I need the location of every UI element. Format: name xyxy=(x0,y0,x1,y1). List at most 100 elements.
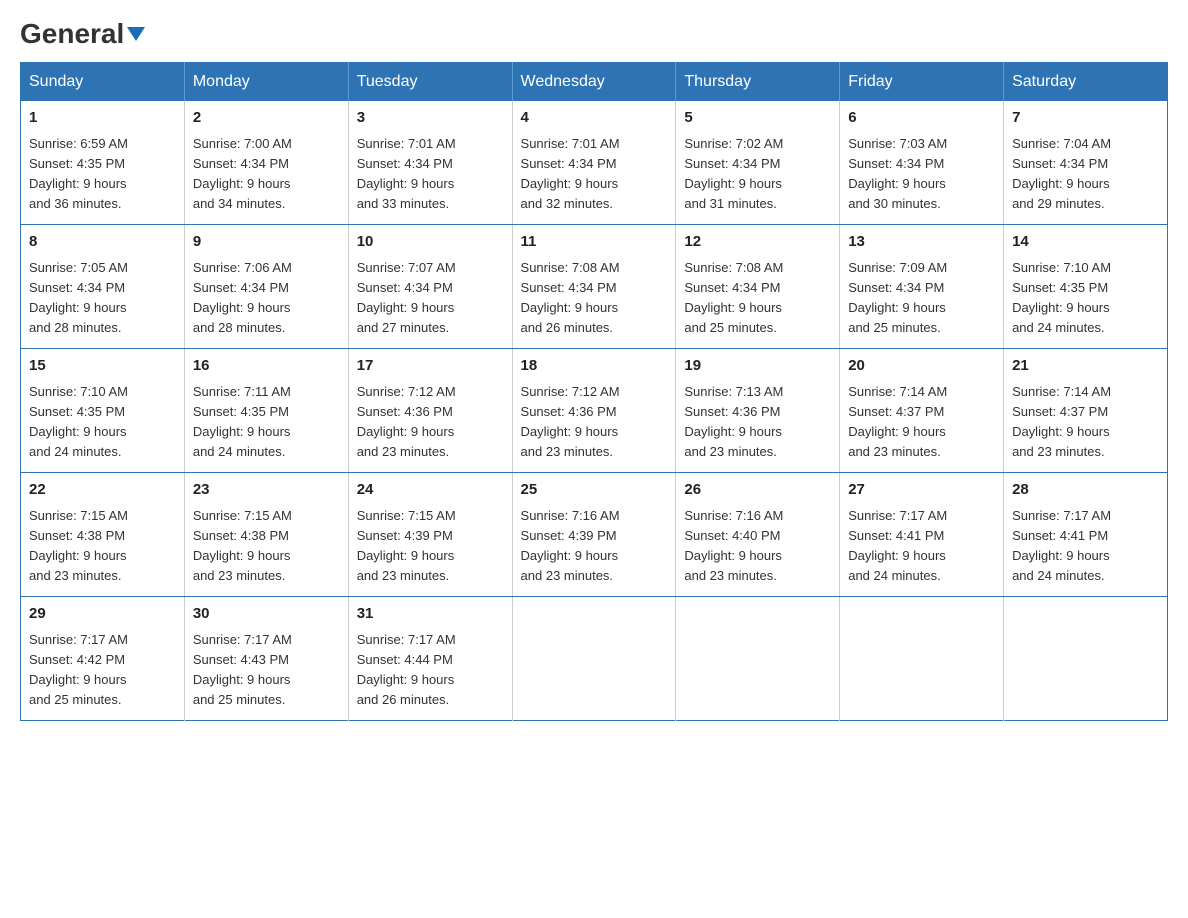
calendar-day-cell: 9 Sunrise: 7:06 AMSunset: 4:34 PMDayligh… xyxy=(184,225,348,349)
day-number: 31 xyxy=(357,603,504,626)
day-info: Sunrise: 7:15 AMSunset: 4:38 PMDaylight:… xyxy=(29,508,128,583)
calendar-table: SundayMondayTuesdayWednesdayThursdayFrid… xyxy=(20,62,1168,721)
calendar-day-cell: 24 Sunrise: 7:15 AMSunset: 4:39 PMDaylig… xyxy=(348,473,512,597)
calendar-day-cell: 16 Sunrise: 7:11 AMSunset: 4:35 PMDaylig… xyxy=(184,349,348,473)
day-info: Sunrise: 7:09 AMSunset: 4:34 PMDaylight:… xyxy=(848,260,947,335)
day-info: Sunrise: 7:04 AMSunset: 4:34 PMDaylight:… xyxy=(1012,136,1111,211)
day-number: 13 xyxy=(848,231,995,254)
day-info: Sunrise: 7:08 AMSunset: 4:34 PMDaylight:… xyxy=(684,260,783,335)
calendar-header-row: SundayMondayTuesdayWednesdayThursdayFrid… xyxy=(21,63,1168,102)
calendar-day-cell: 14 Sunrise: 7:10 AMSunset: 4:35 PMDaylig… xyxy=(1004,225,1168,349)
day-info: Sunrise: 7:00 AMSunset: 4:34 PMDaylight:… xyxy=(193,136,292,211)
calendar-day-cell: 23 Sunrise: 7:15 AMSunset: 4:38 PMDaylig… xyxy=(184,473,348,597)
day-info: Sunrise: 7:12 AMSunset: 4:36 PMDaylight:… xyxy=(357,384,456,459)
logo-triangle-icon xyxy=(127,27,145,41)
calendar-day-cell: 21 Sunrise: 7:14 AMSunset: 4:37 PMDaylig… xyxy=(1004,349,1168,473)
day-number: 14 xyxy=(1012,231,1159,254)
day-of-week-header: Friday xyxy=(840,63,1004,102)
day-number: 18 xyxy=(521,355,668,378)
day-of-week-header: Saturday xyxy=(1004,63,1168,102)
day-number: 26 xyxy=(684,479,831,502)
day-info: Sunrise: 6:59 AMSunset: 4:35 PMDaylight:… xyxy=(29,136,128,211)
calendar-day-cell: 15 Sunrise: 7:10 AMSunset: 4:35 PMDaylig… xyxy=(21,349,185,473)
day-info: Sunrise: 7:15 AMSunset: 4:38 PMDaylight:… xyxy=(193,508,292,583)
day-number: 12 xyxy=(684,231,831,254)
calendar-day-cell: 31 Sunrise: 7:17 AMSunset: 4:44 PMDaylig… xyxy=(348,597,512,721)
calendar-day-cell: 6 Sunrise: 7:03 AMSunset: 4:34 PMDayligh… xyxy=(840,101,1004,225)
calendar-day-cell: 10 Sunrise: 7:07 AMSunset: 4:34 PMDaylig… xyxy=(348,225,512,349)
day-number: 10 xyxy=(357,231,504,254)
day-info: Sunrise: 7:10 AMSunset: 4:35 PMDaylight:… xyxy=(29,384,128,459)
calendar-week-row: 22 Sunrise: 7:15 AMSunset: 4:38 PMDaylig… xyxy=(21,473,1168,597)
calendar-day-cell: 27 Sunrise: 7:17 AMSunset: 4:41 PMDaylig… xyxy=(840,473,1004,597)
calendar-day-cell: 18 Sunrise: 7:12 AMSunset: 4:36 PMDaylig… xyxy=(512,349,676,473)
day-of-week-header: Wednesday xyxy=(512,63,676,102)
day-number: 22 xyxy=(29,479,176,502)
calendar-day-cell: 29 Sunrise: 7:17 AMSunset: 4:42 PMDaylig… xyxy=(21,597,185,721)
day-of-week-header: Thursday xyxy=(676,63,840,102)
day-info: Sunrise: 7:07 AMSunset: 4:34 PMDaylight:… xyxy=(357,260,456,335)
calendar-week-row: 15 Sunrise: 7:10 AMSunset: 4:35 PMDaylig… xyxy=(21,349,1168,473)
day-info: Sunrise: 7:11 AMSunset: 4:35 PMDaylight:… xyxy=(193,384,291,459)
calendar-week-row: 29 Sunrise: 7:17 AMSunset: 4:42 PMDaylig… xyxy=(21,597,1168,721)
day-info: Sunrise: 7:02 AMSunset: 4:34 PMDaylight:… xyxy=(684,136,783,211)
day-number: 5 xyxy=(684,107,831,130)
calendar-week-row: 8 Sunrise: 7:05 AMSunset: 4:34 PMDayligh… xyxy=(21,225,1168,349)
day-info: Sunrise: 7:05 AMSunset: 4:34 PMDaylight:… xyxy=(29,260,128,335)
calendar-day-cell: 19 Sunrise: 7:13 AMSunset: 4:36 PMDaylig… xyxy=(676,349,840,473)
day-number: 2 xyxy=(193,107,340,130)
day-number: 25 xyxy=(521,479,668,502)
day-number: 8 xyxy=(29,231,176,254)
day-number: 11 xyxy=(521,231,668,254)
calendar-day-cell: 11 Sunrise: 7:08 AMSunset: 4:34 PMDaylig… xyxy=(512,225,676,349)
calendar-day-cell: 5 Sunrise: 7:02 AMSunset: 4:34 PMDayligh… xyxy=(676,101,840,225)
day-number: 4 xyxy=(521,107,668,130)
day-info: Sunrise: 7:17 AMSunset: 4:41 PMDaylight:… xyxy=(1012,508,1111,583)
day-number: 24 xyxy=(357,479,504,502)
calendar-day-cell: 4 Sunrise: 7:01 AMSunset: 4:34 PMDayligh… xyxy=(512,101,676,225)
day-info: Sunrise: 7:17 AMSunset: 4:42 PMDaylight:… xyxy=(29,632,128,707)
calendar-day-cell xyxy=(1004,597,1168,721)
day-number: 30 xyxy=(193,603,340,626)
day-info: Sunrise: 7:06 AMSunset: 4:34 PMDaylight:… xyxy=(193,260,292,335)
day-number: 27 xyxy=(848,479,995,502)
calendar-day-cell: 3 Sunrise: 7:01 AMSunset: 4:34 PMDayligh… xyxy=(348,101,512,225)
day-info: Sunrise: 7:16 AMSunset: 4:40 PMDaylight:… xyxy=(684,508,783,583)
day-info: Sunrise: 7:03 AMSunset: 4:34 PMDaylight:… xyxy=(848,136,947,211)
day-number: 6 xyxy=(848,107,995,130)
logo: General xyxy=(20,20,145,46)
day-number: 16 xyxy=(193,355,340,378)
day-number: 20 xyxy=(848,355,995,378)
page-header: General xyxy=(20,20,1168,46)
calendar-day-cell xyxy=(676,597,840,721)
day-info: Sunrise: 7:10 AMSunset: 4:35 PMDaylight:… xyxy=(1012,260,1111,335)
calendar-day-cell: 2 Sunrise: 7:00 AMSunset: 4:34 PMDayligh… xyxy=(184,101,348,225)
day-info: Sunrise: 7:14 AMSunset: 4:37 PMDaylight:… xyxy=(1012,384,1111,459)
calendar-day-cell: 1 Sunrise: 6:59 AMSunset: 4:35 PMDayligh… xyxy=(21,101,185,225)
day-info: Sunrise: 7:13 AMSunset: 4:36 PMDaylight:… xyxy=(684,384,783,459)
calendar-day-cell: 26 Sunrise: 7:16 AMSunset: 4:40 PMDaylig… xyxy=(676,473,840,597)
day-info: Sunrise: 7:17 AMSunset: 4:43 PMDaylight:… xyxy=(193,632,292,707)
calendar-day-cell: 20 Sunrise: 7:14 AMSunset: 4:37 PMDaylig… xyxy=(840,349,1004,473)
calendar-day-cell xyxy=(840,597,1004,721)
calendar-week-row: 1 Sunrise: 6:59 AMSunset: 4:35 PMDayligh… xyxy=(21,101,1168,225)
day-info: Sunrise: 7:01 AMSunset: 4:34 PMDaylight:… xyxy=(357,136,456,211)
day-number: 17 xyxy=(357,355,504,378)
calendar-day-cell xyxy=(512,597,676,721)
day-info: Sunrise: 7:17 AMSunset: 4:44 PMDaylight:… xyxy=(357,632,456,707)
day-info: Sunrise: 7:12 AMSunset: 4:36 PMDaylight:… xyxy=(521,384,620,459)
calendar-day-cell: 25 Sunrise: 7:16 AMSunset: 4:39 PMDaylig… xyxy=(512,473,676,597)
day-info: Sunrise: 7:17 AMSunset: 4:41 PMDaylight:… xyxy=(848,508,947,583)
logo-general: General xyxy=(20,20,145,48)
calendar-day-cell: 17 Sunrise: 7:12 AMSunset: 4:36 PMDaylig… xyxy=(348,349,512,473)
day-number: 7 xyxy=(1012,107,1159,130)
calendar-day-cell: 13 Sunrise: 7:09 AMSunset: 4:34 PMDaylig… xyxy=(840,225,1004,349)
calendar-day-cell: 30 Sunrise: 7:17 AMSunset: 4:43 PMDaylig… xyxy=(184,597,348,721)
day-of-week-header: Sunday xyxy=(21,63,185,102)
day-info: Sunrise: 7:15 AMSunset: 4:39 PMDaylight:… xyxy=(357,508,456,583)
day-info: Sunrise: 7:01 AMSunset: 4:34 PMDaylight:… xyxy=(521,136,620,211)
day-info: Sunrise: 7:08 AMSunset: 4:34 PMDaylight:… xyxy=(521,260,620,335)
calendar-day-cell: 22 Sunrise: 7:15 AMSunset: 4:38 PMDaylig… xyxy=(21,473,185,597)
day-number: 28 xyxy=(1012,479,1159,502)
day-number: 15 xyxy=(29,355,176,378)
